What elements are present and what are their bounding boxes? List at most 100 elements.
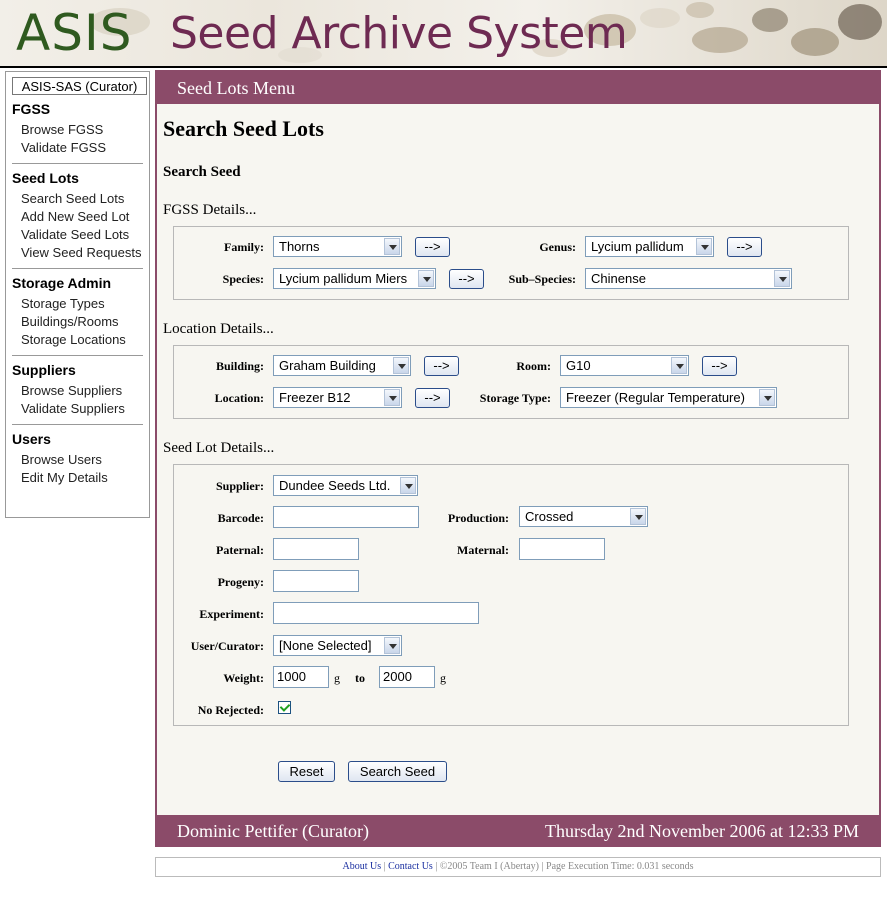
chevron-down-icon — [384, 238, 400, 255]
location-box: Building: Graham Building --> Room: G10 … — [173, 345, 849, 419]
storage-type-label: Storage Type: — [479, 391, 551, 405]
seedlot-heading: Seed Lot Details... — [163, 440, 275, 456]
maternal-input[interactable] — [519, 538, 605, 560]
sidebar-section-suppliers: Suppliers — [12, 362, 76, 378]
chevron-down-icon — [671, 357, 687, 374]
sidebar-item-storage-types[interactable]: Storage Types — [21, 295, 149, 313]
sidebar-item-buildings-rooms[interactable]: Buildings/Rooms — [21, 313, 149, 331]
building-go-button[interactable]: --> — [424, 356, 459, 376]
barcode-label: Barcode: — [217, 511, 264, 525]
chevron-down-icon — [384, 637, 400, 654]
paternal-input[interactable] — [273, 538, 359, 560]
sidebar-item-view-seed-requests[interactable]: View Seed Requests — [21, 244, 149, 262]
user-curator-select[interactable]: [None Selected] — [273, 635, 402, 656]
current-user: Dominic Pettifer (Curator) — [177, 821, 369, 841]
fgss-heading: FGSS Details... — [163, 202, 257, 218]
search-seed-button[interactable]: Search Seed — [348, 761, 447, 782]
page-footer: About Us | Contact Us | ©2005 Team I (Ab… — [155, 857, 881, 877]
sidebar-item-add-new-seed-lot[interactable]: Add New Seed Lot — [21, 208, 149, 226]
experiment-input[interactable] — [273, 602, 479, 624]
genus-select[interactable]: Lycium pallidum — [585, 236, 714, 257]
fgss-box: Family: Thorns --> Genus: Lycium pallidu… — [173, 226, 849, 300]
main-panel: Seed Lots Menu Search Seed Lots Search S… — [155, 70, 881, 847]
current-datetime: Thursday 2nd November 2006 at 12:33 PM — [545, 821, 859, 841]
supplier-label: Supplier: — [215, 479, 264, 493]
subspecies-select[interactable]: Chinense — [585, 268, 792, 289]
weight-to-unit: g — [440, 671, 446, 685]
progeny-input[interactable] — [273, 570, 359, 592]
location-label: Location: — [214, 391, 264, 405]
chevron-down-icon — [759, 389, 775, 406]
weight-from-input[interactable]: 1000 — [273, 666, 329, 688]
experiment-label: Experiment: — [199, 607, 264, 621]
room-select[interactable]: G10 — [560, 355, 689, 376]
storage-type-select[interactable]: Freezer (Regular Temperature) — [560, 387, 777, 408]
sidebar-item-browse-suppliers[interactable]: Browse Suppliers — [21, 382, 149, 400]
site-title: Seed Archive System — [170, 8, 628, 59]
sidebar-item-edit-my-details[interactable]: Edit My Details — [21, 469, 149, 487]
chevron-down-icon — [774, 270, 790, 287]
sidebar-item-storage-locations[interactable]: Storage Locations — [21, 331, 149, 349]
contact-us-link[interactable]: Contact Us — [388, 861, 433, 872]
chevron-down-icon — [384, 389, 400, 406]
chevron-down-icon — [418, 270, 434, 287]
location-go-button[interactable]: --> — [415, 388, 450, 408]
family-label: Family: — [224, 240, 264, 254]
building-label: Building: — [215, 359, 264, 373]
species-select[interactable]: Lycium pallidum Miers — [273, 268, 436, 289]
family-go-button[interactable]: --> — [415, 237, 450, 257]
paternal-label: Paternal: — [216, 543, 264, 557]
sidebar-item-validate-seed-lots[interactable]: Validate Seed Lots — [21, 226, 149, 244]
asis-logo: ASIS — [16, 4, 133, 62]
sidebar-divider — [12, 163, 143, 164]
family-select[interactable]: Thorns — [273, 236, 402, 257]
reset-button[interactable]: Reset — [278, 761, 335, 782]
menu-bar: Seed Lots Menu — [157, 72, 879, 104]
sidebar-divider — [12, 424, 143, 425]
sidebar-section-seed-lots: Seed Lots — [12, 170, 79, 186]
location-select[interactable]: Freezer B12 — [273, 387, 402, 408]
sidebar-section-storage-admin: Storage Admin — [12, 275, 112, 291]
sidebar-section-users: Users — [12, 431, 51, 447]
sidebar-item-browse-users[interactable]: Browse Users — [21, 451, 149, 469]
chevron-down-icon — [393, 357, 409, 374]
room-label: Room: — [516, 359, 551, 373]
supplier-select[interactable]: Dundee Seeds Ltd. — [273, 475, 418, 496]
species-go-button[interactable]: --> — [449, 269, 484, 289]
genus-go-button[interactable]: --> — [727, 237, 762, 257]
sidebar-item-validate-suppliers[interactable]: Validate Suppliers — [21, 400, 149, 418]
role-badge: ASIS-SAS (Curator) — [12, 77, 147, 95]
weight-to-label: to — [355, 671, 365, 685]
chevron-down-icon — [630, 508, 646, 525]
species-label: Species: — [222, 272, 264, 286]
barcode-input[interactable] — [273, 506, 419, 528]
sidebar-item-validate-fgss[interactable]: Validate FGSS — [21, 139, 149, 157]
genus-label: Genus: — [539, 240, 576, 254]
sidebar: ASIS-SAS (Curator) FGSS Browse FGSS Vali… — [5, 71, 150, 518]
sidebar-item-browse-fgss[interactable]: Browse FGSS — [21, 121, 149, 139]
about-us-link[interactable]: About Us — [342, 861, 381, 872]
chevron-down-icon — [696, 238, 712, 255]
weight-to-input[interactable]: 2000 — [379, 666, 435, 688]
page-title: Search Seed Lots — [163, 116, 324, 141]
sidebar-item-search-seed-lots[interactable]: Search Seed Lots — [21, 190, 149, 208]
sidebar-section-fgss: FGSS — [12, 101, 51, 117]
production-select[interactable]: Crossed — [519, 506, 648, 527]
no-rejected-label: No Rejected: — [197, 703, 264, 717]
seedlot-box: Supplier: Dundee Seeds Ltd. Barcode: Pro… — [173, 464, 849, 726]
sidebar-divider — [12, 268, 143, 269]
no-rejected-checkbox[interactable] — [278, 701, 291, 714]
weight-from-unit: g — [334, 671, 340, 685]
status-bar: Dominic Pettifer (Curator) Thursday 2nd … — [157, 815, 879, 847]
building-select[interactable]: Graham Building — [273, 355, 411, 376]
header-divider — [0, 66, 887, 68]
room-go-button[interactable]: --> — [702, 356, 737, 376]
site-header: ASIS Seed Archive System — [0, 0, 887, 66]
maternal-label: Maternal: — [457, 543, 509, 557]
weight-label: Weight: — [223, 671, 264, 685]
production-label: Production: — [447, 511, 509, 525]
progeny-label: Progeny: — [217, 575, 264, 589]
chevron-down-icon — [400, 477, 416, 494]
footer-info: | ©2005 Team I (Abertay) | Page Executio… — [432, 861, 694, 872]
subspecies-label: Sub–Species: — [508, 272, 576, 286]
